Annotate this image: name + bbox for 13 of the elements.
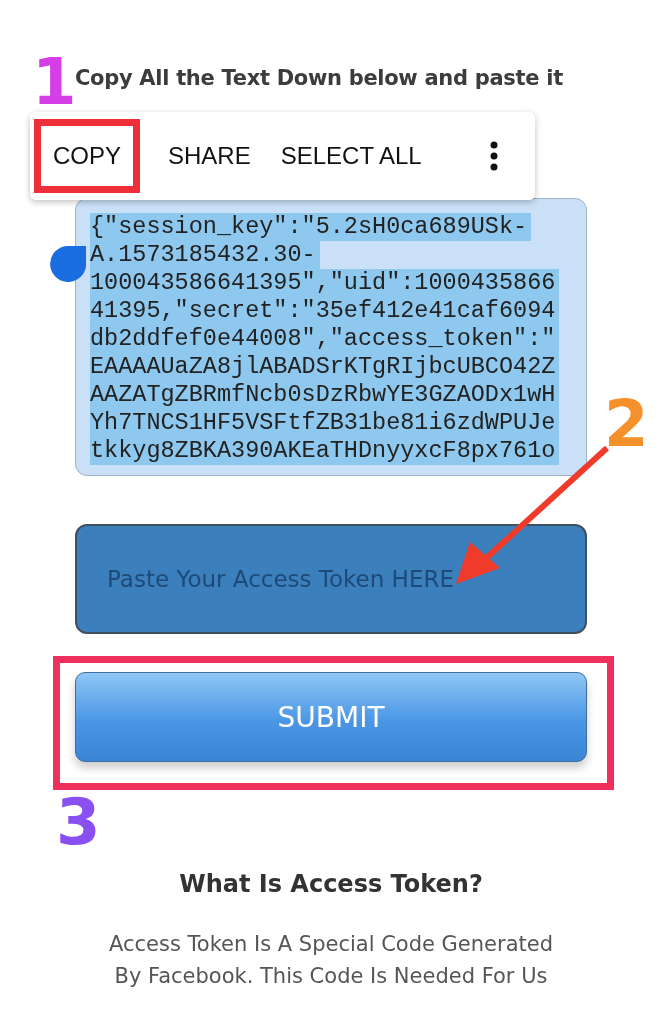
- section-heading: What Is Access Token?: [178, 870, 484, 898]
- token-text-area[interactable]: [75, 198, 587, 476]
- description-text: Access Token Is A Special Code Generated By Facebook. This Code Is Needed For Us: [108, 931, 554, 990]
- step-number: 3: [56, 790, 101, 854]
- menu-item[interactable]: SHARE: [158, 130, 261, 182]
- menu-item[interactable]: COPY: [34, 119, 140, 193]
- selection-handle[interactable]: [50, 246, 86, 284]
- step-number: 1: [32, 50, 77, 114]
- step-number: 2: [604, 392, 649, 456]
- more-options-icon[interactable]: [489, 141, 499, 171]
- menu-item[interactable]: SELECT ALL: [270, 130, 432, 182]
- token-input-field[interactable]: Paste Your Access Token HERE: [75, 524, 587, 634]
- instruction-text: Copy All the Text Down below and paste it: [75, 66, 564, 90]
